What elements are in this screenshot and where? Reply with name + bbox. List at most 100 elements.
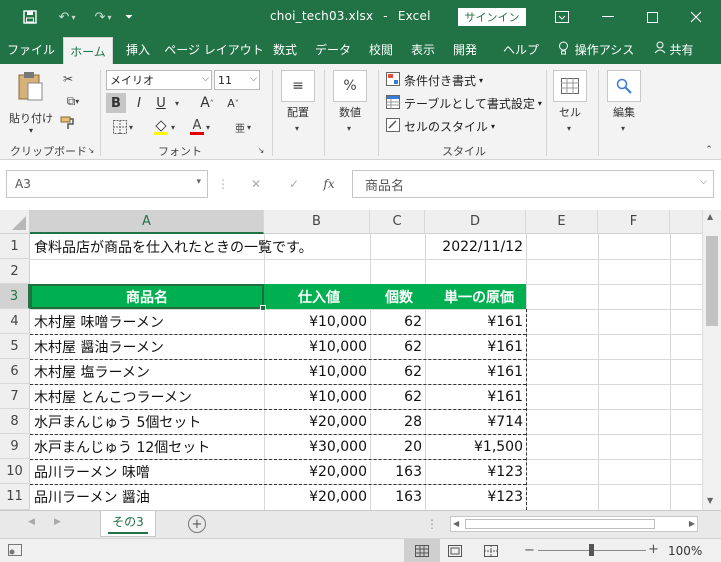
column-header-e[interactable]: E [526,210,598,234]
vertical-scrollbar[interactable]: ▲ ▼ [702,210,721,510]
name-box[interactable]: A3 ▾ [6,170,208,198]
row-header-4[interactable]: 4 [0,309,30,334]
underline-dropdown-icon[interactable]: ▾ [172,95,182,111]
copy-icon[interactable]: ⧉ ▾ [58,92,88,110]
cell-a10[interactable]: 品川ラーメン 味噌 [30,459,264,484]
italic-button[interactable]: I [129,93,149,113]
cell-styles-button[interactable]: セルのスタイル ▾ [386,116,495,136]
number-format-button[interactable]: 数値 [328,104,372,120]
cell-a6[interactable]: 木村屋 塩ラーメン [30,359,264,384]
font-name-select[interactable]: メイリオ ⌵ [106,70,212,90]
cell-a5[interactable]: 木村屋 醤油ラーメン [30,334,264,359]
customize-qat-icon[interactable]: ⏷ [120,7,138,27]
page-break-view-icon[interactable] [484,545,498,560]
cell-b7[interactable]: ¥10,000 [264,384,370,409]
cell-c8[interactable]: 28 [370,409,425,434]
horizontal-scrollbar[interactable]: ◀ ▶ [450,516,698,532]
zoom-in-icon[interactable]: + [648,542,659,557]
paste-button[interactable]: 貼り付け ▾ [8,68,54,138]
row-header-7[interactable]: 7 [0,384,30,409]
close-icon[interactable] [676,4,716,30]
column-header-a[interactable]: A [30,210,264,234]
tab-review[interactable]: 校閲 [362,34,400,64]
maximize-icon[interactable] [632,4,672,30]
insert-function-icon[interactable]: fx [318,176,340,192]
editing-button[interactable]: 編集 [602,104,646,120]
cell-b10[interactable]: ¥20,000 [264,459,370,484]
font-size-select[interactable]: 11 ⌵ [214,70,260,90]
grow-font-button[interactable]: A ˄ [196,93,218,113]
row-header-2[interactable]: 2 [0,259,30,284]
next-sheet-icon[interactable]: ▶ [54,517,61,527]
horizontal-scroll-thumb[interactable] [465,519,655,529]
borders-icon[interactable]: ▾ [108,117,138,137]
cell-d8[interactable]: ¥714 [425,409,526,434]
expand-formula-icon[interactable]: ⌵ [700,177,707,187]
column-header-d[interactable]: D [425,210,526,234]
editing-dropdown-icon[interactable]: ▾ [616,122,630,134]
row-header-10[interactable]: 10 [0,459,30,484]
cell-a3-selected[interactable]: 商品名 [30,284,264,309]
cell-d4[interactable]: ¥161 [425,309,526,334]
enter-icon[interactable]: ✓ [284,176,304,192]
column-header-g[interactable] [670,210,702,234]
format-painter-icon[interactable] [58,114,78,132]
bold-button[interactable]: B [106,93,126,113]
cut-icon[interactable]: ✂ [58,70,78,88]
format-as-table-button[interactable]: テーブルとして書式設定 ▾ [386,93,542,113]
cell-b5[interactable]: ¥10,000 [264,334,370,359]
drag-handle-icon[interactable]: ⋮ [217,176,229,192]
redo-icon[interactable]: ↷ ▾ [86,7,120,27]
collapse-ribbon-icon[interactable]: ⌃ [702,144,716,156]
cell-b3[interactable]: 仕入値 [264,284,370,309]
cell-d3[interactable]: 単一の原価 [425,284,526,309]
formula-input[interactable]: 商品名 ⌵ [352,170,714,198]
cancel-icon[interactable]: ✕ [246,176,266,192]
signin-button[interactable]: サインイン [458,8,526,26]
cell-b8[interactable]: ¥20,000 [264,409,370,434]
column-header-b[interactable]: B [264,210,370,234]
cell-d10[interactable]: ¥123 [425,459,526,484]
tab-home[interactable]: ホーム [63,37,113,64]
phonetic-guide-icon[interactable]: 亜 ▾ [230,117,256,137]
alignment-icon[interactable]: ≡ [281,70,315,102]
cell-a1[interactable]: 食料品店が商品を仕入れたときの一覧です。 [30,234,370,259]
tell-me[interactable]: 操作アシス [552,34,640,64]
cell-d1[interactable]: 2022/11/12 [425,234,526,259]
cell-c10[interactable]: 163 [370,459,425,484]
cell-d9[interactable]: ¥1,500 [425,434,526,459]
cell-c9[interactable]: 20 [370,434,425,459]
cells-icon[interactable] [553,70,587,102]
save-icon[interactable] [18,7,42,27]
tab-developer[interactable]: 開発 [446,34,484,64]
cell-d11[interactable]: ¥123 [425,484,526,509]
percent-icon[interactable]: % [333,70,367,102]
tab-splitter-handle[interactable]: ⋮ [426,517,438,531]
cell-a9[interactable]: 水戸まんじゅう 12個セット [30,434,264,459]
row-header-8[interactable]: 8 [0,409,30,434]
cell-a8[interactable]: 水戸まんじゅう 5個セット [30,409,264,434]
zoom-slider-thumb[interactable] [589,544,594,556]
cell-c4[interactable]: 62 [370,309,425,334]
row-header-6[interactable]: 6 [0,359,30,384]
macro-record-icon[interactable] [8,544,22,559]
cell-d6[interactable]: ¥161 [425,359,526,384]
cell-c6[interactable]: 62 [370,359,425,384]
cell-c3[interactable]: 個数 [370,284,425,309]
tab-help[interactable]: ヘルプ [498,34,544,64]
tab-page-layout[interactable]: ページ レイアウト [164,34,264,64]
row-header-11[interactable]: 11 [0,484,30,510]
underline-button[interactable]: U [151,93,171,113]
cell-b11[interactable]: ¥20,000 [264,484,370,509]
shrink-font-button[interactable]: A ˅ [222,93,244,113]
scroll-right-icon[interactable]: ▶ [689,519,695,528]
scroll-left-icon[interactable]: ◀ [453,519,459,528]
scroll-up-icon[interactable]: ▲ [707,212,713,221]
tab-file[interactable]: ファイル [6,34,56,64]
prev-sheet-icon[interactable]: ◀ [28,517,35,527]
cell-a11[interactable]: 品川ラーメン 醤油 [30,484,264,509]
cell-b9[interactable]: ¥30,000 [264,434,370,459]
sheet-tab-active[interactable]: その3 [100,511,156,537]
clipboard-launcher-icon[interactable]: ↘ [86,144,96,156]
zoom-out-icon[interactable]: − [524,543,535,558]
